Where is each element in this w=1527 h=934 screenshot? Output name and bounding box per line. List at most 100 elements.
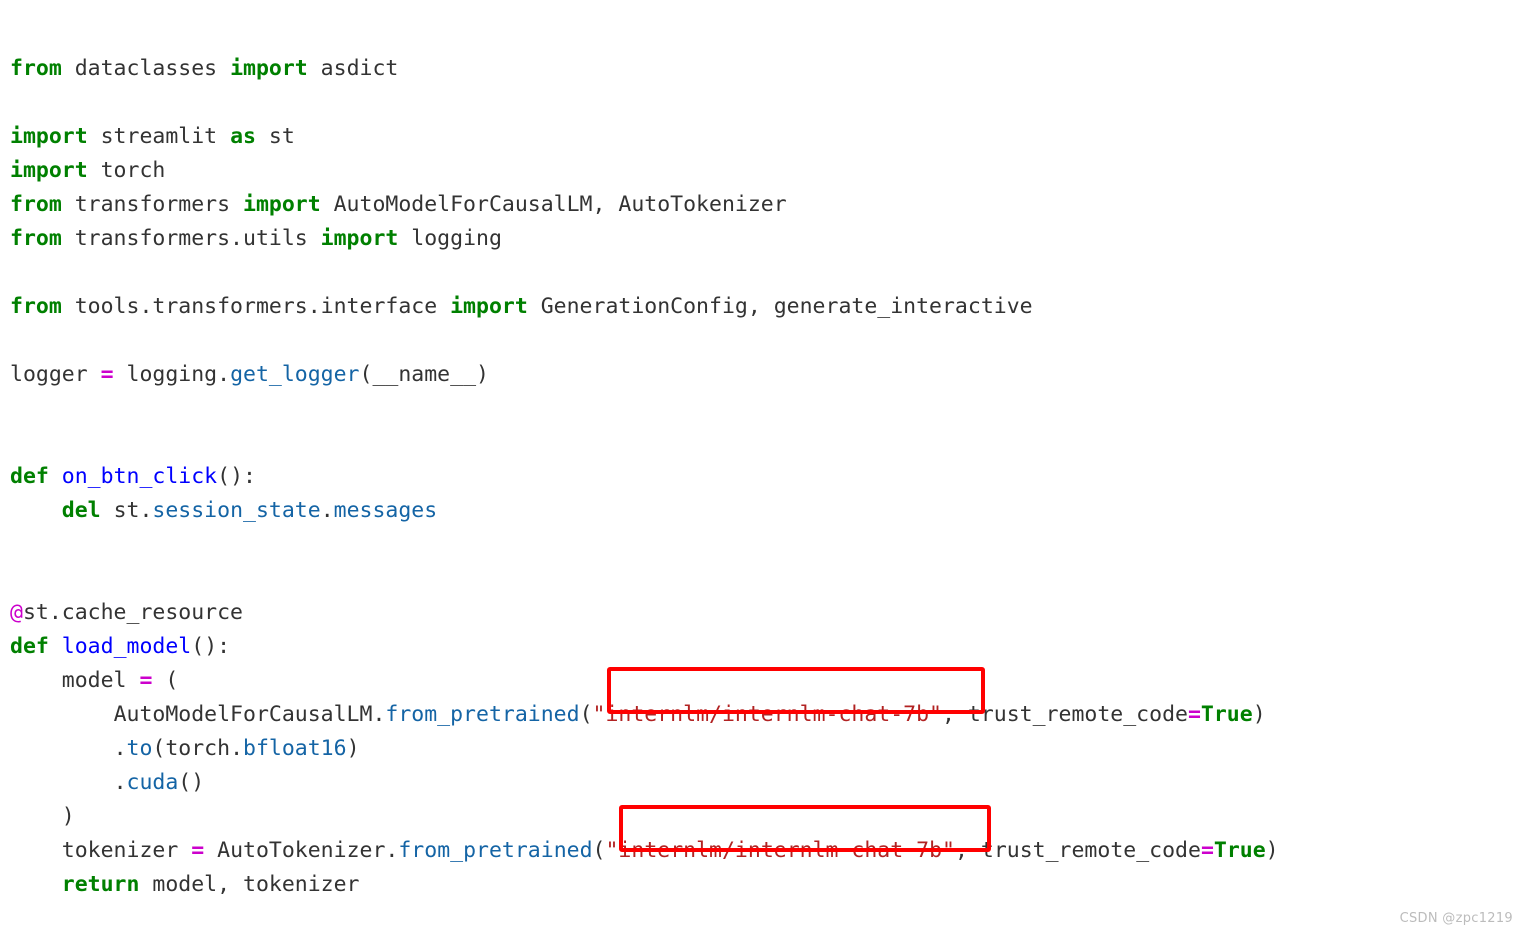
code-line-12-blank [10,426,1279,460]
keyword-import: import [230,55,308,81]
code-line-7-blank [10,256,1279,290]
empty-call-parens: () [178,769,205,795]
code-line-15-blank [10,528,1279,562]
operator-assign: = [100,361,114,387]
module-streamlit: streamlit [87,123,231,149]
parens-colon: (): [217,463,256,489]
kwarg-trust-remote-code: trust_remote_code [980,837,1201,863]
code-line-23: ) [10,800,1279,834]
code-line-2-blank [10,86,1279,120]
parens-colon: (): [191,633,231,659]
variable-model: model [61,667,140,693]
class-automodelforcausallm: AutoModelForCausalLM. [113,701,386,727]
string-model-name-1: "internlm/internlm-chat-7b" [592,701,943,727]
code-line-6: from transformers.utils import logging [10,222,1279,256]
method-get-logger: get_logger [230,361,360,387]
imported-name-logging: logging [398,225,502,251]
code-line-21: .to(torch.bfloat16) [10,732,1279,766]
code-surface: from dataclasses import asdict import st… [0,0,1527,934]
attribute-bfloat16: bfloat16 [243,735,347,761]
code-line-4: import torch [10,154,1279,188]
return-values: model, tokenizer [139,871,360,897]
keyword-import: import [10,157,88,183]
code-line-8: from tools.transformers.interface import… [10,290,1279,324]
attribute-messages: messages [333,497,438,523]
imported-name-asdict: asdict [307,55,399,81]
literal-true: True [1200,701,1253,727]
method-from-pretrained: from_pretrained [385,701,580,727]
attribute-session-state: session_state [152,497,321,523]
rparen: ) [1252,701,1266,727]
code-line-22: .cuda() [10,766,1279,800]
code-line-5: from transformers import AutoModelForCau… [10,188,1279,222]
imported-names-interface: GenerationConfig, generate_interactive [527,293,1033,319]
decorator-at-icon: @ [10,599,23,625]
rparen: ) [346,735,360,761]
keyword-import: import [10,123,88,149]
literal-true: True [1213,837,1266,863]
operator-assign: = [1200,837,1214,863]
operator-assign: = [191,837,205,863]
comma: , [942,701,968,727]
code-line-25: return model, tokenizer [10,868,1279,902]
keyword-from: from [10,293,62,319]
function-name-on-btn-click: on_btn_click [61,463,218,489]
open-paren: ( [152,667,179,693]
code-line-19: model = ( [10,664,1279,698]
module-tools-interface: tools.transformers.interface [61,293,451,319]
function-name-load-model: load_model [61,633,192,659]
method-to: to [126,735,153,761]
module-transformers-utils: transformers.utils [61,225,321,251]
string-model-name-2: "internlm/internlm-chat-7b" [605,837,955,863]
method-cuda: cuda [126,769,179,795]
rparen: ) [1265,837,1279,863]
keyword-def: def [10,463,49,489]
arg-dunder-name: (__name__) [359,361,489,387]
code-line-9-blank [10,324,1279,358]
keyword-return: return [61,871,140,897]
keyword-as: as [230,123,256,149]
comma: , [954,837,981,863]
kwarg-trust-remote-code: trust_remote_code [967,701,1188,727]
module-logging-ref: logging. [113,361,231,387]
module-dataclasses: dataclasses [61,55,231,81]
variable-logger: logger [10,361,101,387]
lparen: ( [592,837,606,863]
class-autotokenizer: AutoTokenizer. [204,837,399,863]
keyword-def: def [10,633,49,659]
variable-tokenizer: tokenizer [61,837,192,863]
close-paren: ) [61,803,75,829]
keyword-from: from [10,191,62,217]
keyword-import: import [450,293,528,319]
keyword-from: from [10,225,62,251]
imported-names-transformers: AutoModelForCausalLM, AutoTokenizer [320,191,787,217]
code-line-16-blank [10,562,1279,596]
python-code-block[interactable]: from dataclasses import asdict import st… [10,52,1279,902]
method-from-pretrained: from_pretrained [398,837,593,863]
module-torch: torch [87,157,166,183]
keyword-import: import [320,225,399,251]
object-st: st. [100,497,153,523]
module-transformers: transformers [61,191,243,217]
dot: . [113,735,127,761]
dot: . [113,769,127,795]
keyword-from: from [10,55,62,81]
code-line-11-blank [10,392,1279,426]
code-line-13: def on_btn_click(): [10,460,1279,494]
code-line-1: from dataclasses import asdict [10,52,1279,86]
keyword-del: del [61,497,101,523]
code-line-18: def load_model(): [10,630,1279,664]
code-line-17: @st.cache_resource [10,596,1279,630]
code-line-20: AutoModelForCausalLM.from_pretrained("in… [10,698,1279,732]
operator-assign: = [139,667,153,693]
code-line-14: del st.session_state.messages [10,494,1279,528]
